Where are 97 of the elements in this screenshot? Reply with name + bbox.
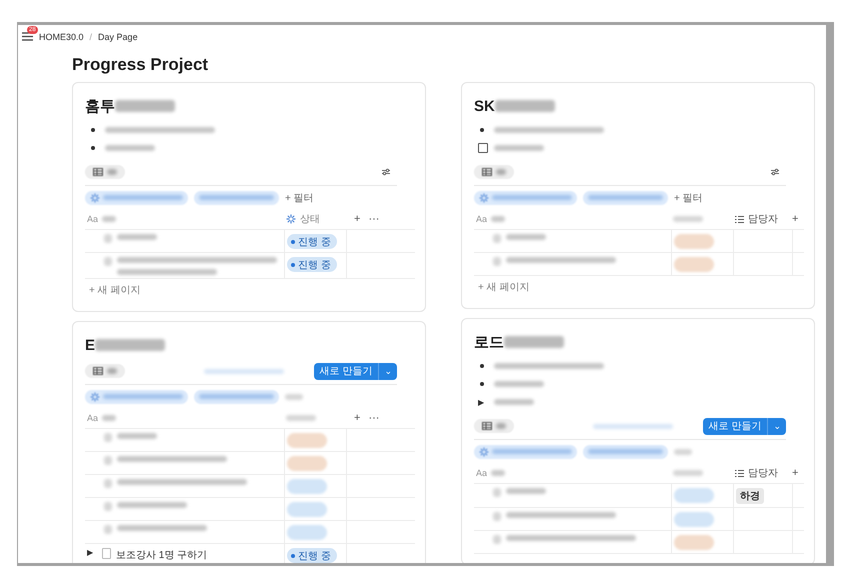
table-icon xyxy=(482,422,492,430)
blurred-text xyxy=(494,399,534,405)
bullet-icon xyxy=(91,146,95,150)
blurred-text xyxy=(104,433,112,442)
more-button[interactable]: ··· xyxy=(368,412,380,424)
blurred-text xyxy=(491,216,506,222)
settings-icon[interactable] xyxy=(381,168,391,176)
status-tag: 진행 중 xyxy=(287,548,337,563)
more-button[interactable]: ··· xyxy=(368,213,380,225)
table-icon xyxy=(482,168,492,176)
card-title: 홈투 xyxy=(85,96,115,116)
blurred-text xyxy=(491,470,506,476)
bullet-icon xyxy=(480,364,484,368)
blurred-text xyxy=(104,525,112,534)
status-tag: 진행 중 xyxy=(287,234,337,249)
blurred-text xyxy=(494,145,544,151)
card-title: SK xyxy=(474,98,495,114)
column-header[interactable]: 담당자 xyxy=(748,212,778,226)
blurred-text xyxy=(506,234,546,240)
blurred-text xyxy=(673,470,703,476)
blurred-text xyxy=(493,257,501,266)
blurred-text xyxy=(104,479,112,488)
blurred-text xyxy=(104,234,112,243)
loading-icon xyxy=(479,192,489,202)
table-icon xyxy=(93,367,103,375)
settings-icon[interactable] xyxy=(770,168,780,176)
blurred-text xyxy=(285,394,303,400)
blurred-text xyxy=(102,415,116,421)
blurred-text xyxy=(95,339,166,351)
view-tab[interactable] xyxy=(474,419,514,433)
list-icon xyxy=(735,470,744,476)
blurred-text xyxy=(286,415,316,421)
blurred-text xyxy=(107,368,117,374)
table-icon xyxy=(93,168,103,176)
blurred-text xyxy=(504,336,564,348)
blurred-text xyxy=(493,512,501,521)
blurred-text xyxy=(493,234,501,243)
add-filter-button[interactable]: + 필터 xyxy=(285,190,314,204)
blurred-text xyxy=(673,216,703,222)
page-title: Progress Project xyxy=(72,55,210,76)
blurred-text xyxy=(104,456,112,465)
blurred-text xyxy=(104,257,112,266)
row-title[interactable]: 보조강사 1명 구하기 xyxy=(116,548,208,562)
text-type-icon: Aa xyxy=(87,413,98,423)
blurred-text xyxy=(496,423,506,429)
blurred-text xyxy=(494,381,544,387)
blurred-text xyxy=(493,535,501,544)
new-button[interactable]: 새로 만들기 ⌄ xyxy=(702,418,786,434)
new-button[interactable]: 새로 만들기 ⌄ xyxy=(314,362,397,380)
blurred-text xyxy=(674,448,692,454)
blurred-text xyxy=(102,216,116,222)
add-column-button[interactable]: + xyxy=(354,412,360,424)
column-header[interactable]: 담당자 xyxy=(748,466,778,480)
toggle-arrow[interactable]: ▶ xyxy=(478,398,488,406)
new-page-button[interactable]: + 새 페이지 xyxy=(478,280,530,294)
card-title: 로드 xyxy=(474,332,504,352)
breadcrumb-link[interactable]: Day Page xyxy=(98,32,138,42)
text-type-icon: Aa xyxy=(476,468,488,478)
new-page-button[interactable]: + 새 페이지 xyxy=(89,283,140,297)
view-tab[interactable] xyxy=(85,165,125,179)
checkbox[interactable] xyxy=(478,143,488,153)
loading-icon xyxy=(286,214,296,224)
blurred-text xyxy=(105,145,155,151)
blurred-text xyxy=(104,502,112,511)
status-tag: 진행 중 xyxy=(287,257,337,272)
list-icon xyxy=(735,216,744,222)
loading-icon xyxy=(90,192,100,202)
menu-icon[interactable] xyxy=(22,32,33,41)
bullet-icon xyxy=(91,128,95,132)
blurred-text xyxy=(117,502,187,508)
person-tag: 하경 xyxy=(736,488,764,504)
loading-icon xyxy=(90,392,100,402)
bullet-icon xyxy=(480,382,484,386)
blurred-text xyxy=(496,169,506,175)
text-type-icon: Aa xyxy=(87,214,98,224)
blurred-text xyxy=(493,488,501,497)
blurred-text xyxy=(117,433,157,439)
view-tab[interactable] xyxy=(85,364,125,378)
blurred-text xyxy=(115,100,175,112)
breadcrumb-link[interactable]: HOME30.0 xyxy=(39,32,84,42)
add-column-button[interactable]: + xyxy=(792,213,798,225)
view-tab[interactable] xyxy=(474,165,514,179)
blurred-text xyxy=(506,488,546,494)
blurred-text xyxy=(117,234,157,240)
add-column-button[interactable]: + xyxy=(792,467,798,479)
blurred-text xyxy=(107,169,117,175)
bullet-icon xyxy=(480,128,484,132)
add-filter-button[interactable]: + 필터 xyxy=(674,190,703,204)
text-type-icon: Aa xyxy=(476,214,488,224)
column-header[interactable]: 상태 xyxy=(300,212,320,226)
add-column-button[interactable]: + xyxy=(354,213,360,225)
page-icon xyxy=(102,548,111,559)
blurred-text xyxy=(494,100,555,112)
loading-icon xyxy=(479,446,489,456)
breadcrumb-separator: / xyxy=(90,32,92,42)
toggle-arrow[interactable]: ▶ xyxy=(87,548,97,557)
card-title: E xyxy=(85,336,96,354)
